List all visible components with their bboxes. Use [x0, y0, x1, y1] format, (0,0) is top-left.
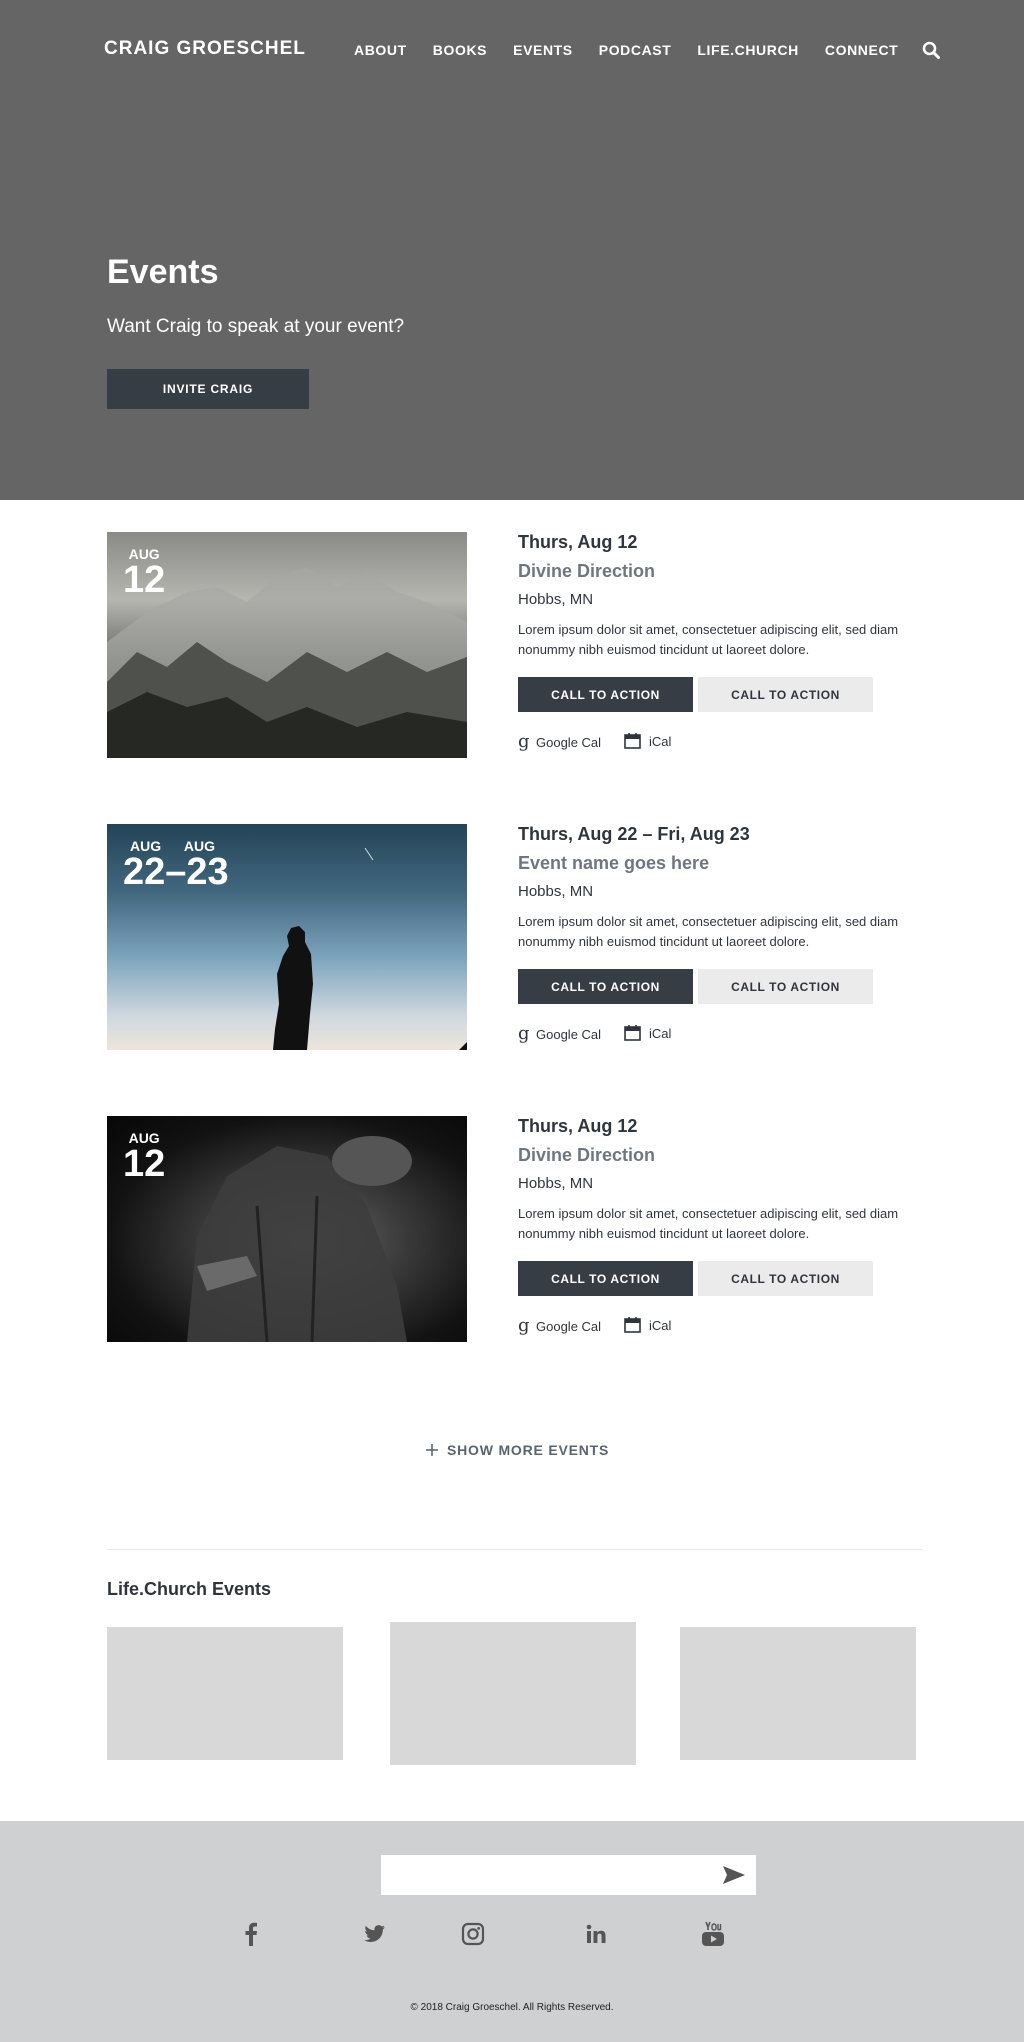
ical-link[interactable]: iCal — [623, 1024, 671, 1042]
event-description: Lorem ipsum dolor sit amet, consectetuer… — [518, 622, 899, 657]
nav-podcast[interactable]: PODCAST — [599, 42, 672, 58]
event-date: Thurs, Aug 22 – Fri, Aug 23 — [518, 824, 750, 844]
copyright-text: © 2018 Craig Groeschel. All Rights Reser… — [410, 2002, 614, 2013]
section-divider — [107, 1549, 922, 1550]
event-image[interactable]: AUG 12 — [107, 1116, 467, 1342]
invite-craig-button[interactable]: INVITE CRAIG — [107, 369, 309, 409]
linkedin-icon — [586, 1924, 606, 1943]
youtube-link[interactable] — [700, 1921, 726, 1947]
facebook-link[interactable] — [238, 1921, 264, 1947]
svg-text:g: g — [518, 1316, 530, 1336]
ical-label: iCal — [649, 1317, 672, 1333]
newsletter-submit-button[interactable] — [722, 1865, 746, 1885]
lifechurch-event-placeholder[interactable] — [390, 1622, 636, 1765]
google-cal-label: Google Cal — [536, 734, 602, 750]
lifechurch-event-placeholder[interactable] — [680, 1627, 916, 1760]
event-name[interactable]: Divine Direction — [518, 1145, 655, 1166]
google-cal-link[interactable]: g Google Cal — [518, 1024, 601, 1044]
google-cal-label: Google Cal — [536, 1026, 602, 1042]
event-date-badge: AUG AUG 22–23 — [123, 838, 233, 893]
ical-label: iCal — [649, 733, 672, 749]
main-nav: ABOUT BOOKS EVENTS PODCAST LIFE.CHURCH C… — [354, 42, 924, 58]
twitter-icon — [364, 1925, 385, 1943]
nav-events[interactable]: EVENTS — [513, 42, 573, 58]
event-name[interactable]: Event name goes here — [518, 853, 709, 874]
event-location: Hobbs, MN — [518, 883, 594, 900]
nav-books[interactable]: BOOKS — [433, 42, 487, 58]
nav-lifechurch[interactable]: LIFE.CHURCH — [697, 42, 798, 58]
nav-about[interactable]: ABOUT — [354, 42, 407, 58]
linkedin-link[interactable] — [583, 1921, 609, 1947]
calendar-icon — [624, 733, 641, 749]
google-icon: g — [518, 1024, 530, 1044]
event-day: 12 — [123, 559, 166, 601]
google-cal-link[interactable]: g Google Cal — [518, 732, 601, 752]
event-image[interactable]: AUG AUG 22–23 — [107, 824, 467, 1050]
send-icon — [723, 1866, 745, 1884]
svg-text:g: g — [518, 1024, 530, 1044]
primary-cta-button[interactable]: CALL TO ACTION — [518, 1261, 693, 1296]
search-icon[interactable] — [922, 41, 940, 59]
ical-link[interactable]: iCal — [623, 732, 671, 750]
google-cal-link[interactable]: g Google Cal — [518, 1316, 601, 1336]
event-name[interactable]: Divine Direction — [518, 561, 655, 582]
event-card: AUG 12 Thurs, Aug 12 Divine Direction Ho… — [107, 532, 927, 758]
event-location: Hobbs, MN — [518, 1175, 594, 1192]
calendar-icon — [624, 1025, 641, 1041]
google-icon: g — [518, 1316, 530, 1336]
instagram-link[interactable] — [460, 1921, 486, 1947]
ical-link[interactable]: iCal — [623, 1316, 671, 1334]
secondary-cta-button[interactable]: CALL TO ACTION — [698, 1261, 873, 1296]
hero: CRAIG GROESCHEL ABOUT BOOKS EVENTS PODCA… — [0, 0, 1024, 500]
site-logo[interactable]: CRAIG GROESCHEL — [104, 38, 306, 60]
lifechurch-events-title: Life.Church Events — [107, 1579, 272, 1599]
page-title: Events — [107, 253, 219, 291]
calendar-icon — [624, 1317, 641, 1333]
ical-label: iCal — [649, 1025, 672, 1041]
newsletter-email-input[interactable] — [381, 1855, 756, 1895]
primary-cta-button[interactable]: CALL TO ACTION — [518, 677, 693, 712]
event-card: AUG AUG 22–23 Thurs, Aug 22 – Fri, Aug 2… — [107, 824, 927, 1050]
event-card: AUG 12 Thurs, Aug 12 Divine Direction Ho… — [107, 1116, 927, 1342]
hero-subtitle: Want Craig to speak at your event? — [107, 316, 405, 337]
event-location: Hobbs, MN — [518, 591, 594, 608]
event-date: Thurs, Aug 12 — [518, 1116, 638, 1136]
event-description: Lorem ipsum dolor sit amet, consectetuer… — [518, 914, 899, 949]
lifechurch-event-placeholder[interactable] — [107, 1627, 343, 1760]
footer: © 2018 Craig Groeschel. All Rights Reser… — [0, 1821, 1024, 2042]
show-more-events-button[interactable]: SHOW MORE EVENTS — [425, 1440, 615, 1460]
primary-cta-button[interactable]: CALL TO ACTION — [518, 969, 693, 1004]
secondary-cta-button[interactable]: CALL TO ACTION — [698, 677, 873, 712]
event-date-badge: AUG 12 — [123, 546, 166, 601]
svg-text:g: g — [518, 732, 530, 752]
event-day: 12 — [123, 1143, 166, 1185]
event-date-badge: AUG 12 — [123, 1130, 166, 1185]
secondary-cta-button[interactable]: CALL TO ACTION — [698, 969, 873, 1004]
facebook-icon — [245, 1922, 257, 1946]
youtube-icon — [702, 1921, 724, 1946]
show-more-label: SHOW MORE EVENTS — [447, 1442, 610, 1458]
plus-icon — [426, 1444, 438, 1456]
event-description: Lorem ipsum dolor sit amet, consectetuer… — [518, 1206, 899, 1241]
event-day: 22–23 — [123, 851, 229, 893]
event-image[interactable]: AUG 12 — [107, 532, 467, 758]
twitter-link[interactable] — [362, 1921, 388, 1947]
nav-connect[interactable]: CONNECT — [825, 42, 898, 58]
event-date: Thurs, Aug 12 — [518, 532, 638, 552]
instagram-icon — [461, 1922, 485, 1946]
google-icon: g — [518, 732, 530, 752]
google-cal-label: Google Cal — [536, 1318, 602, 1334]
